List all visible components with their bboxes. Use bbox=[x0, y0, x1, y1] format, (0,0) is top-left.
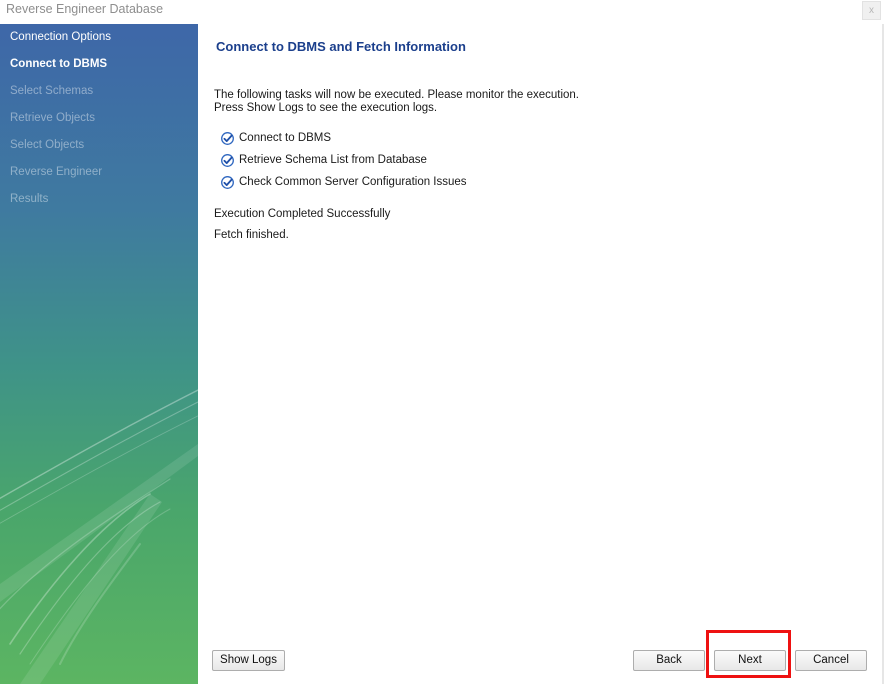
task-label: Retrieve Schema List from Database bbox=[239, 154, 427, 166]
checkmark-icon bbox=[221, 132, 234, 145]
title-bar: Reverse Engineer Database x bbox=[0, 0, 884, 24]
next-button-highlight bbox=[706, 630, 791, 678]
sidebar-step-select-objects: Select Objects bbox=[10, 139, 85, 151]
cancel-button[interactable]: Cancel bbox=[795, 650, 867, 671]
sidebar-step-connection-options: Connection Options bbox=[10, 31, 112, 43]
wizard-sidebar: Connection Options Connect to DBMS Selec… bbox=[0, 24, 198, 684]
sidebar-step-retrieve-objects: Retrieve Objects bbox=[10, 112, 96, 124]
sidebar-step-select-schemas: Select Schemas bbox=[10, 85, 94, 97]
show-logs-button[interactable]: Show Logs bbox=[212, 650, 285, 671]
page-description: The following tasks will now be executed… bbox=[214, 89, 579, 115]
description-line: The following tasks will now be executed… bbox=[214, 89, 580, 101]
sidebar-step-connect-to-dbms: Connect to DBMS bbox=[10, 58, 108, 70]
checkmark-icon bbox=[221, 176, 234, 189]
fetch-status: Fetch finished. bbox=[214, 229, 289, 241]
description-line: Press Show Logs to see the execution log… bbox=[214, 102, 438, 114]
sidebar-step-reverse-engineer: Reverse Engineer bbox=[10, 166, 103, 178]
window-title: Reverse Engineer Database bbox=[6, 2, 164, 16]
execution-status: Execution Completed Successfully bbox=[214, 208, 391, 220]
task-label: Connect to DBMS bbox=[239, 132, 332, 144]
wizard-content: Connect to DBMS and Fetch Information Th… bbox=[198, 24, 882, 684]
page-title: Connect to DBMS and Fetch Information bbox=[216, 39, 466, 54]
task-label: Check Common Server Configuration Issues bbox=[239, 176, 467, 188]
close-button[interactable]: x bbox=[862, 1, 881, 20]
close-icon: x bbox=[869, 5, 874, 16]
checkmark-icon bbox=[221, 154, 234, 167]
back-button[interactable]: Back bbox=[633, 650, 705, 671]
sidebar-step-results: Results bbox=[10, 193, 49, 205]
